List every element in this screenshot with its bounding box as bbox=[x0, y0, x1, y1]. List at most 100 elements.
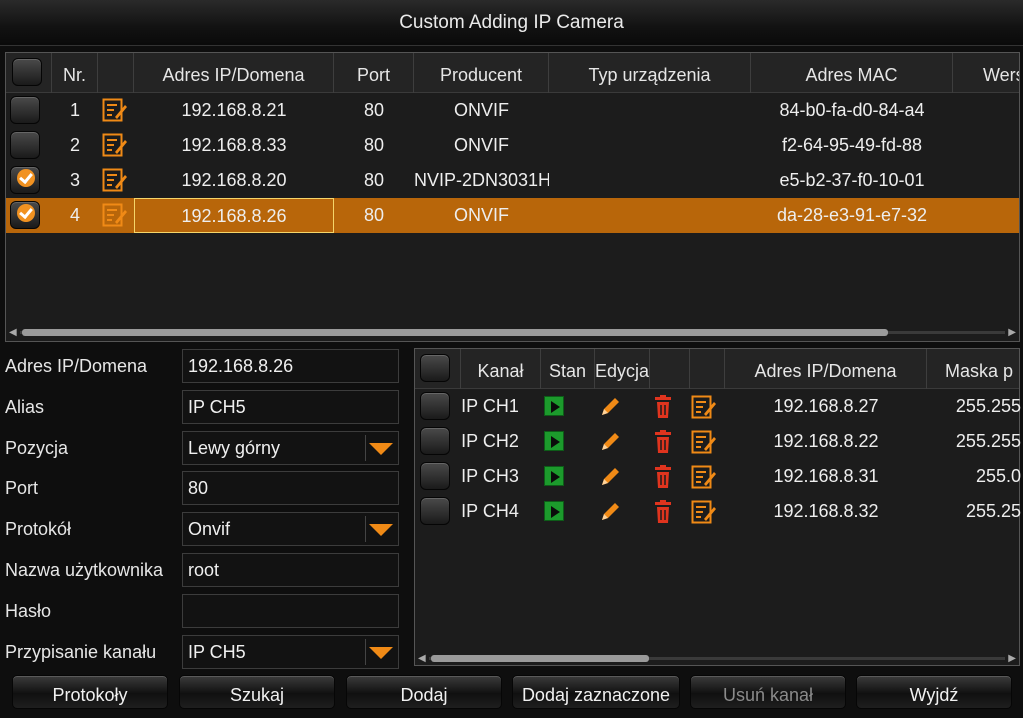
trash-icon[interactable] bbox=[652, 395, 674, 419]
row-checkbox[interactable] bbox=[10, 131, 40, 159]
protocols-button[interactable]: Protokoły bbox=[12, 675, 168, 709]
chevron-down-icon[interactable] bbox=[365, 435, 395, 461]
cell-channel-ip: 192.168.8.22 bbox=[773, 431, 879, 451]
device-table-scrollbar[interactable]: ◀ ▶ bbox=[6, 325, 1019, 339]
channel-assign-select[interactable]: IP CH5 bbox=[182, 635, 399, 669]
exit-button[interactable]: Wyjdź bbox=[856, 675, 1012, 709]
col-producer[interactable]: Producent bbox=[414, 53, 549, 93]
remove-channel-button[interactable]: Usuń kanał bbox=[690, 675, 846, 709]
col-nr[interactable]: Nr. bbox=[52, 53, 98, 93]
alias-field[interactable]: IP CH5 bbox=[182, 390, 399, 424]
pencil-icon[interactable] bbox=[598, 500, 622, 524]
cell-producer: ONVIF bbox=[453, 205, 509, 225]
cell-edit[interactable] bbox=[98, 198, 134, 233]
cell-channel: IP CH3 bbox=[461, 466, 519, 486]
row-checkbox[interactable] bbox=[10, 166, 40, 194]
details-icon[interactable] bbox=[691, 395, 717, 419]
row-checkbox[interactable] bbox=[10, 201, 40, 229]
chevron-down-icon[interactable] bbox=[365, 516, 395, 542]
row-checkbox[interactable] bbox=[10, 96, 40, 124]
cell-channel: IP CH4 bbox=[461, 501, 519, 521]
pencil-icon[interactable] bbox=[598, 465, 622, 489]
cell-channel-ip: 192.168.8.31 bbox=[773, 466, 879, 486]
channel-table: Kanał Stan Edycja Adres IP/Domena Maska … bbox=[414, 348, 1021, 666]
cell-edit[interactable] bbox=[98, 163, 134, 198]
row-checkbox[interactable] bbox=[420, 392, 450, 420]
cell-mask: 255.0 bbox=[975, 466, 1021, 486]
cell-ip[interactable]: 192.168.8.21 bbox=[134, 93, 334, 128]
protocol-select[interactable]: Onvif bbox=[182, 512, 399, 546]
select-all-checkbox[interactable] bbox=[12, 58, 42, 86]
cell-channel-ip: 192.168.8.27 bbox=[773, 396, 879, 416]
col-edit[interactable]: Edycja bbox=[595, 349, 650, 389]
cell-ip[interactable]: 192.168.8.33 bbox=[134, 128, 334, 163]
trash-icon[interactable] bbox=[652, 430, 674, 454]
add-selected-button[interactable]: Dodaj zaznaczone bbox=[512, 675, 680, 709]
chevron-down-icon[interactable] bbox=[365, 639, 395, 665]
scroll-thumb[interactable] bbox=[22, 329, 888, 336]
col-edit bbox=[98, 53, 134, 93]
col-mask[interactable]: Maska p bbox=[927, 349, 1021, 389]
details-icon[interactable] bbox=[691, 500, 717, 524]
search-button[interactable]: Szukaj bbox=[179, 675, 335, 709]
table-row[interactable]: 2 192.168.8.33 80 ONVIF f2-64-95-49-fd-88 bbox=[6, 128, 1019, 163]
table-row[interactable]: IP CH1 192.168.8.27 255.255 bbox=[415, 389, 1021, 424]
scroll-left-icon[interactable]: ◀ bbox=[418, 653, 426, 664]
table-row[interactable]: IP CH3 192.168.8.31 255.0 bbox=[415, 459, 1021, 494]
row-checkbox[interactable] bbox=[420, 462, 450, 490]
col-mac[interactable]: Adres MAC bbox=[751, 53, 953, 93]
edit-icon[interactable] bbox=[102, 98, 128, 122]
scroll-thumb[interactable] bbox=[431, 655, 649, 662]
col-device-type[interactable]: Typ urządzenia bbox=[549, 53, 751, 93]
device-table-header: Nr. Adres IP/Domena Port Producent Typ u… bbox=[6, 53, 1019, 93]
cell-edit[interactable] bbox=[98, 93, 134, 128]
col-ip[interactable]: Adres IP/Domena bbox=[134, 53, 334, 93]
edit-icon[interactable] bbox=[102, 168, 128, 192]
col-channel[interactable]: Kanał bbox=[461, 349, 541, 389]
play-icon[interactable] bbox=[544, 431, 564, 451]
col-version[interactable]: Wers bbox=[953, 53, 1019, 93]
table-row[interactable]: IP CH4 192.168.8.32 255.25 bbox=[415, 494, 1021, 529]
cell-edit[interactable] bbox=[98, 128, 134, 163]
table-row[interactable]: 4 192.168.8.26 80 ONVIF da-28-e3-91-e7-32 bbox=[6, 198, 1019, 233]
cell-mac: 84-b0-fa-d0-84-a4 bbox=[779, 100, 925, 120]
cell-channel: IP CH2 bbox=[461, 431, 519, 451]
details-icon[interactable] bbox=[691, 465, 717, 489]
row-checkbox[interactable] bbox=[420, 497, 450, 525]
col-state[interactable]: Stan bbox=[541, 349, 595, 389]
row-checkbox[interactable] bbox=[420, 427, 450, 455]
port-field[interactable]: 80 bbox=[182, 471, 399, 505]
edit-icon[interactable] bbox=[102, 203, 128, 227]
table-row[interactable]: 1 192.168.8.21 80 ONVIF 84-b0-fa-d0-84-a4 bbox=[6, 93, 1019, 128]
col-channel-ip[interactable]: Adres IP/Domena bbox=[725, 349, 927, 389]
add-button[interactable]: Dodaj bbox=[346, 675, 502, 709]
play-icon[interactable] bbox=[544, 466, 564, 486]
pencil-icon[interactable] bbox=[598, 430, 622, 454]
edit-icon[interactable] bbox=[102, 133, 128, 157]
play-icon[interactable] bbox=[544, 396, 564, 416]
play-icon[interactable] bbox=[544, 501, 564, 521]
scroll-left-icon[interactable]: ◀ bbox=[9, 327, 17, 338]
table-row[interactable]: IP CH2 192.168.8.22 255.255 bbox=[415, 424, 1021, 459]
scroll-right-icon[interactable]: ▶ bbox=[1008, 327, 1016, 338]
col-port[interactable]: Port bbox=[334, 53, 414, 93]
password-label: Hasło bbox=[5, 601, 52, 621]
select-all-channels-checkbox[interactable] bbox=[420, 354, 450, 382]
details-icon[interactable] bbox=[691, 430, 717, 454]
cell-producer: ONVIF bbox=[453, 100, 509, 120]
cell-port: 80 bbox=[363, 170, 385, 190]
cell-ip[interactable]: 192.168.8.20 bbox=[134, 163, 334, 198]
channel-table-scrollbar[interactable]: ◀ ▶ bbox=[415, 651, 1019, 665]
ip-field[interactable]: 192.168.8.26 bbox=[182, 349, 399, 383]
pencil-icon[interactable] bbox=[598, 395, 622, 419]
ip-label: Adres IP/Domena bbox=[5, 356, 148, 376]
table-row[interactable]: 3 192.168.8.20 80 NVIP-2DN3031H e5-b2-37-f0-… bbox=[6, 163, 1019, 198]
checkmark-icon bbox=[17, 204, 35, 222]
scroll-right-icon[interactable]: ▶ bbox=[1008, 653, 1016, 664]
username-field[interactable]: root bbox=[182, 553, 399, 587]
position-select[interactable]: Lewy górny bbox=[182, 431, 399, 465]
trash-icon[interactable] bbox=[652, 465, 674, 489]
trash-icon[interactable] bbox=[652, 500, 674, 524]
password-field[interactable] bbox=[182, 594, 399, 628]
cell-ip[interactable]: 192.168.8.26 bbox=[134, 198, 334, 233]
